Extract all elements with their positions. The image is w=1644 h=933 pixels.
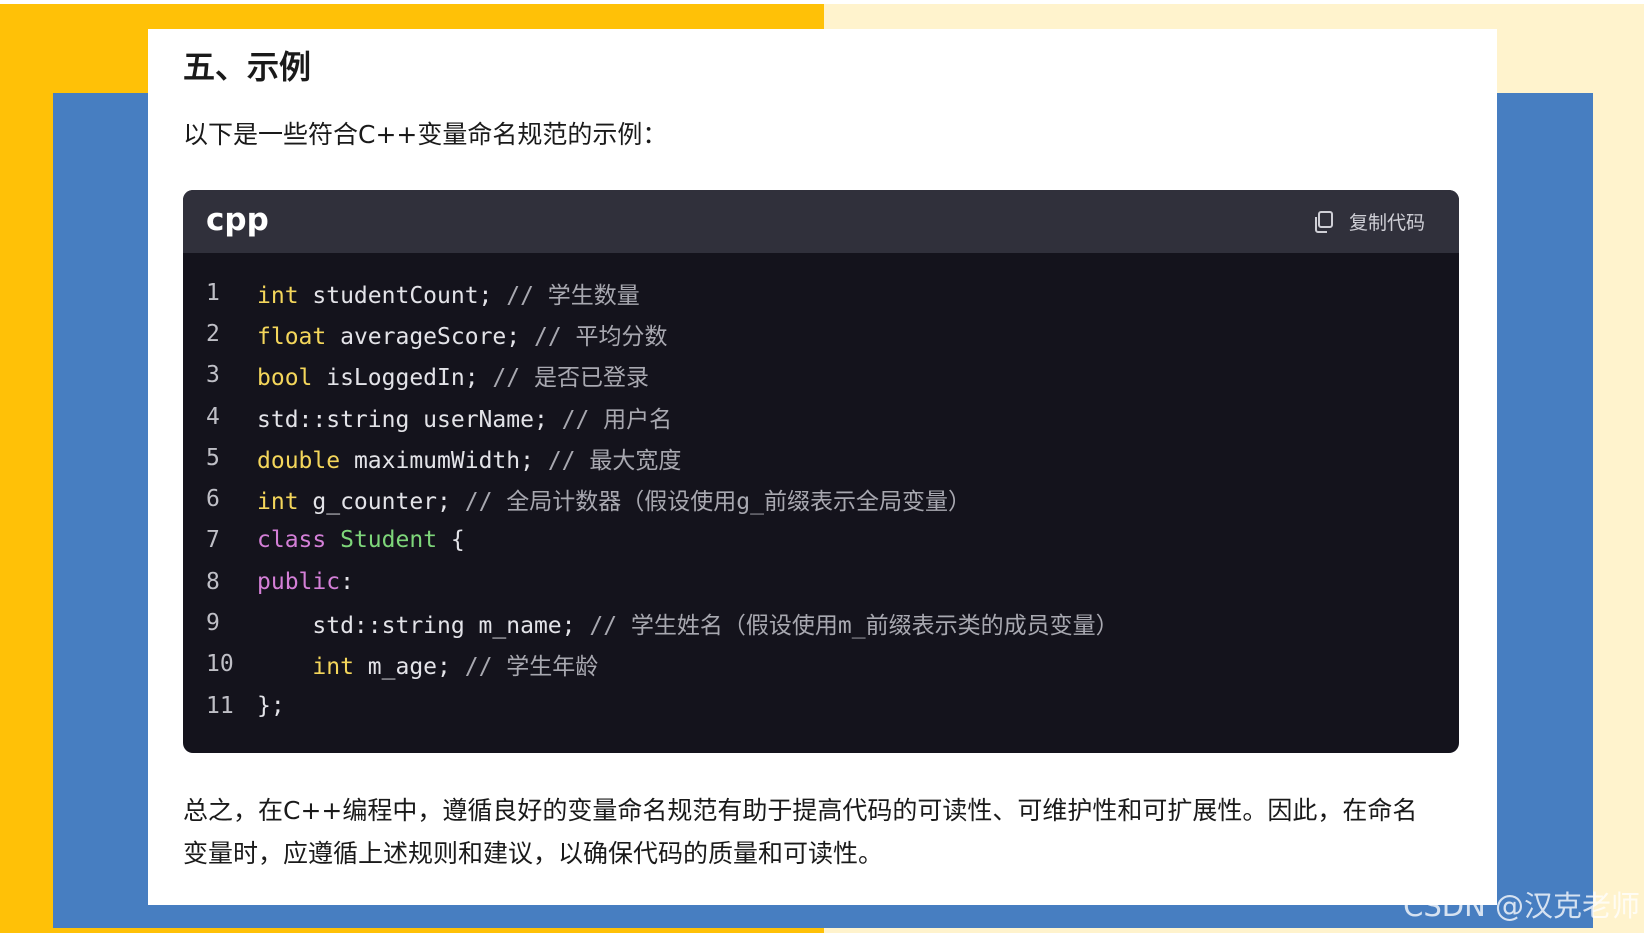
code-text: int studentCount; // 学生数量	[257, 276, 1459, 310]
code-text: };	[257, 693, 1459, 719]
code-text: std::string userName; // 用户名	[257, 400, 1459, 434]
code-comment: // 学生年龄	[464, 654, 599, 681]
line-number: 1	[206, 279, 220, 306]
section-heading: 五、示例	[183, 48, 312, 86]
code-identifier: g_counter;	[298, 489, 465, 516]
code-comment: // 平均分数	[533, 323, 668, 350]
code-line: 2 float averageScore; // 平均分数	[183, 313, 1459, 354]
copy-code-label: 复制代码	[1348, 212, 1425, 234]
code-line: 4 std::string userName; // 用户名	[183, 396, 1459, 437]
code-comment: // 用户名	[561, 406, 673, 433]
code-identifier: :	[340, 568, 354, 595]
code-class-name: Student	[340, 527, 438, 554]
copy-icon	[1313, 210, 1335, 234]
line-number: 9	[206, 610, 220, 637]
code-keyword: float	[257, 323, 327, 350]
code-keyword: public	[257, 568, 341, 595]
code-identifier: isLoggedIn;	[312, 365, 493, 392]
code-text: double maximumWidth; // 最大宽度	[257, 441, 1459, 475]
intro-text: 以下是一些符合C++变量命名规范的示例：	[183, 120, 668, 149]
line-number: 2	[206, 320, 220, 347]
code-identifier: averageScore;	[326, 323, 534, 350]
code-identifier: {	[437, 527, 465, 554]
code-header: cpp 复制代码	[183, 190, 1459, 253]
code-keyword: int	[257, 282, 299, 309]
code-keyword: class	[257, 527, 327, 554]
code-comment: // 是否已登录	[492, 365, 649, 392]
code-keyword: int	[312, 654, 354, 681]
code-text: bool isLoggedIn; // 是否已登录	[257, 358, 1459, 392]
code-text: std::string m_name; // 学生姓名（假设使用m_前缀表示类的…	[257, 606, 1459, 640]
code-text: int m_age; // 学生年龄	[257, 647, 1459, 681]
code-text: class Student {	[257, 527, 1459, 553]
code-body: 1 int studentCount; // 学生数量 2 float average…	[183, 272, 1459, 726]
code-text: float averageScore; // 平均分数	[257, 317, 1459, 351]
code-keyword: bool	[257, 365, 313, 392]
code-line: 8 public:	[183, 561, 1459, 602]
line-number: 6	[206, 486, 220, 513]
code-keyword: int	[257, 489, 299, 516]
line-number: 3	[206, 362, 220, 389]
copy-code-button[interactable]: 复制代码	[1313, 208, 1425, 235]
code-identifier: };	[257, 692, 285, 719]
code-line: 10 int m_age; // 学生年龄	[183, 644, 1459, 685]
code-text: public:	[257, 569, 1459, 595]
code-comment: // 学生数量	[506, 282, 640, 309]
code-text: int g_counter; // 全局计数器（假设使用g_前缀表示全局变量）	[257, 482, 1459, 516]
code-identifier: maximumWidth;	[340, 447, 548, 474]
line-number: 7	[206, 527, 220, 554]
code-line: 1 int studentCount; // 学生数量	[183, 272, 1459, 313]
code-language-label: cpp	[206, 202, 269, 238]
line-number: 10	[206, 651, 234, 678]
code-line: 6 int g_counter; // 全局计数器（假设使用g_前缀表示全局变量）	[183, 478, 1459, 519]
code-identifier: std::string m_name;	[312, 613, 590, 640]
code-comment: // 学生姓名（假设使用m_前缀表示类的成员变量）	[589, 613, 1119, 640]
line-number: 5	[206, 444, 220, 471]
code-identifier: m_age;	[353, 654, 465, 681]
line-number: 8	[206, 568, 220, 595]
code-block: cpp 复制代码 1 int studentCount; // 学生数量 2 floa…	[183, 190, 1459, 753]
line-number: 4	[206, 403, 220, 430]
code-comment: // 最大宽度	[547, 447, 682, 474]
watermark: CSDN @汉克老师	[1403, 889, 1640, 923]
code-line: 5 double maximumWidth; // 最大宽度	[183, 437, 1459, 478]
code-identifier: std::string userName;	[257, 406, 562, 433]
code-line: 7 class Student {	[183, 520, 1459, 561]
code-line: 9 std::string m_name; // 学生姓名（假设使用m_前缀表示…	[183, 602, 1459, 643]
code-identifier: studentCount;	[298, 282, 507, 309]
code-comment: // 全局计数器（假设使用g_前缀表示全局变量）	[464, 489, 971, 516]
code-line: 11};	[183, 685, 1459, 726]
code-keyword: double	[257, 447, 341, 474]
summary-text: 总之，在C++编程中，遵循良好的变量命名规范有助于提高代码的可读性、可维护性和可…	[183, 796, 1418, 868]
content-card: 五、示例 以下是一些符合C++变量命名规范的示例： cpp 复制代码 1 int …	[148, 29, 1497, 905]
code-line: 3 bool isLoggedIn; // 是否已登录	[183, 355, 1459, 396]
line-number: 11	[206, 692, 234, 719]
